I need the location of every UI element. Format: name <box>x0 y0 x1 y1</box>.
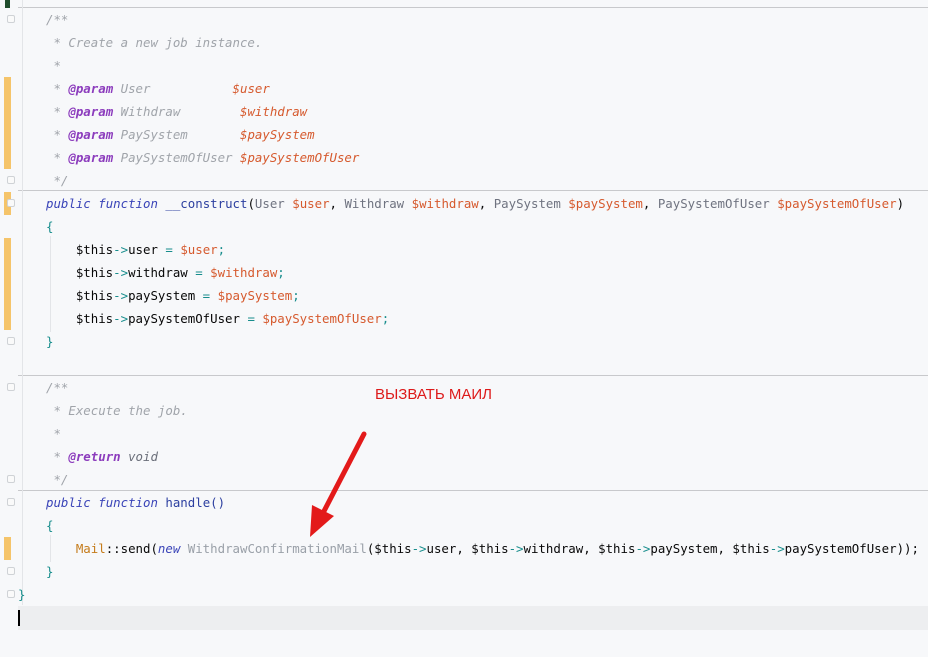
annotation-arrow-icon <box>310 431 367 537</box>
